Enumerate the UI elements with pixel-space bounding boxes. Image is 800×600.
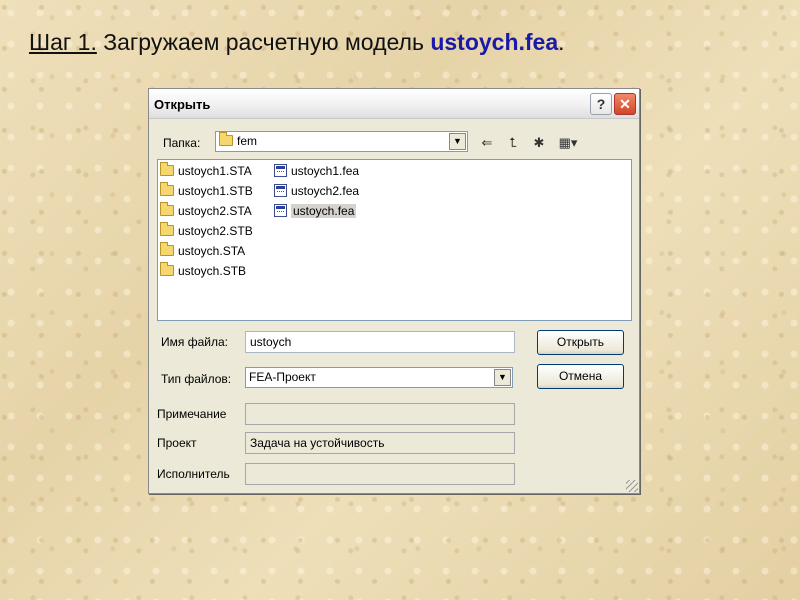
list-item[interactable]: ustoych1.STA	[160, 162, 254, 180]
back-arrow-icon[interactable]: ⇐	[477, 134, 497, 152]
cancel-button[interactable]: Отмена	[537, 364, 624, 389]
folder-icon	[160, 202, 174, 216]
author-field	[245, 463, 515, 485]
close-icon[interactable]: ✕	[614, 93, 636, 115]
filetype-value: FEA-Проект	[249, 370, 316, 384]
folder-label: Папка:	[163, 136, 201, 150]
folder-icon	[160, 262, 174, 276]
list-item[interactable]: ustoych1.fea	[274, 162, 361, 180]
project-label: Проект	[157, 436, 197, 450]
filename-label: Имя файла:	[161, 335, 228, 349]
fea-file-icon	[274, 164, 287, 177]
heading-text: Загружаем расчетную модель	[96, 29, 431, 55]
new-folder-icon[interactable]: ✱	[529, 134, 549, 152]
note-field	[245, 403, 515, 425]
folder-icon	[160, 242, 174, 256]
folder-value: fem	[237, 134, 258, 148]
help-icon[interactable]: ?	[590, 93, 612, 115]
up-folder-icon[interactable]: ⮤	[503, 134, 523, 152]
filetype-label: Тип файлов:	[161, 372, 232, 386]
fea-file-icon	[274, 184, 287, 197]
open-file-dialog: Открыть ? ✕ Папка: fem ▼ ⇐ ⮤ ✱ ▦▾ ustoyc…	[148, 88, 640, 494]
list-item[interactable]: ustoych2.STA	[160, 202, 254, 220]
list-item[interactable]: ustoych.STB	[160, 262, 248, 280]
author-label: Исполнитель	[157, 467, 230, 481]
folder-icon	[160, 162, 174, 176]
folder-select[interactable]: fem ▼	[215, 131, 468, 152]
folder-icon	[219, 132, 233, 146]
list-item-selected[interactable]: ustoych.fea	[274, 202, 358, 220]
step-label: Шаг 1.	[29, 29, 97, 55]
chevron-down-icon[interactable]: ▼	[449, 133, 466, 150]
list-item[interactable]: ustoych2.STB	[160, 222, 255, 240]
heading-filename: ustoych.fea	[430, 29, 559, 55]
chevron-down-icon[interactable]: ▼	[494, 369, 511, 386]
dialog-titlebar: Открыть ? ✕	[149, 89, 639, 119]
file-list[interactable]: ustoych1.STA ustoych1.STB ustoych2.STA u…	[157, 159, 632, 321]
view-menu-icon[interactable]: ▦▾	[555, 134, 581, 152]
resize-grip[interactable]	[626, 480, 638, 492]
filename-input[interactable]: ustoych	[245, 331, 515, 353]
project-field: Задача на устойчивость	[245, 432, 515, 454]
list-item[interactable]: ustoych1.STB	[160, 182, 255, 200]
list-item[interactable]: ustoych2.fea	[274, 182, 361, 200]
list-item[interactable]: ustoych.STA	[160, 242, 247, 260]
heading-period: .	[558, 29, 565, 55]
open-button[interactable]: Открыть	[537, 330, 624, 355]
fea-file-icon	[274, 204, 287, 217]
slide-heading: Шаг 1. Загружаем расчетную модель ustoyc…	[29, 29, 565, 56]
folder-icon	[160, 182, 174, 196]
note-label: Примечание	[157, 407, 227, 421]
folder-icon	[160, 222, 174, 236]
filetype-select[interactable]: FEA-Проект ▼	[245, 367, 513, 388]
dialog-title: Открыть	[154, 97, 211, 112]
